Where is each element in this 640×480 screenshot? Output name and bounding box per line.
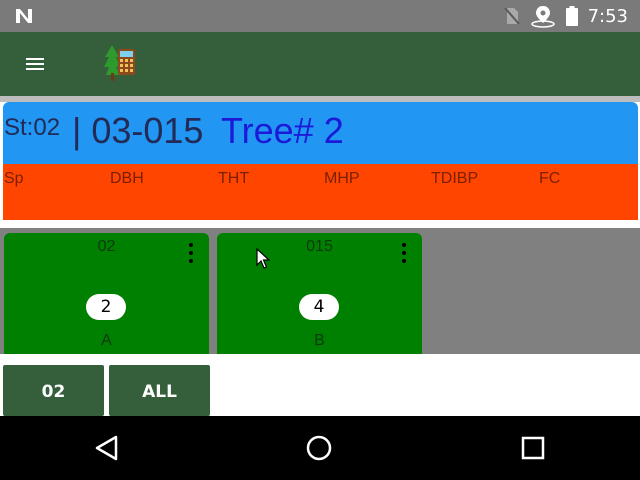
col-tht: THT — [218, 170, 250, 187]
stand-filter-button[interactable]: 02 — [3, 365, 104, 416]
no-sim-icon — [503, 7, 520, 25]
stand-tile[interactable]: 02 2 A — [4, 233, 209, 354]
back-icon[interactable] — [89, 430, 125, 466]
more-options-icon[interactable] — [187, 243, 195, 265]
status-icons: 7:53 — [503, 0, 628, 32]
menu-icon[interactable] — [26, 55, 50, 73]
mouse-pointer-icon — [256, 248, 270, 269]
location-icon — [530, 6, 555, 28]
plot-label: | 03-015 — [72, 110, 204, 151]
home-icon[interactable] — [301, 430, 337, 466]
clock: 7:53 — [587, 5, 628, 27]
col-dbh: DBH — [110, 170, 144, 187]
n-notification-icon — [16, 9, 32, 23]
all-filter-button[interactable]: ALL — [109, 365, 210, 416]
col-mhp: MHP — [324, 170, 360, 187]
tile-subtitle: B — [314, 332, 325, 349]
tree-number: Tree# 2 — [221, 110, 344, 151]
tile-count-badge: 2 — [86, 294, 126, 320]
recents-icon[interactable] — [515, 430, 551, 466]
col-fc: FC — [539, 170, 561, 187]
tile-subtitle: A — [101, 332, 112, 349]
tile-title: 02 — [97, 238, 116, 255]
divider — [0, 220, 640, 228]
tile-count-badge: 4 — [299, 294, 339, 320]
plot-tile[interactable]: 015 4 B — [217, 233, 422, 354]
app-logo-icon — [104, 45, 135, 81]
app-bar — [0, 32, 640, 96]
more-options-icon[interactable] — [400, 243, 408, 265]
col-species: Sp — [4, 170, 24, 187]
tile-title: 015 — [306, 238, 333, 255]
col-tdibp: TDIBP — [431, 170, 479, 187]
battery-icon — [565, 6, 578, 26]
stand-label: St:02 — [4, 114, 61, 141]
